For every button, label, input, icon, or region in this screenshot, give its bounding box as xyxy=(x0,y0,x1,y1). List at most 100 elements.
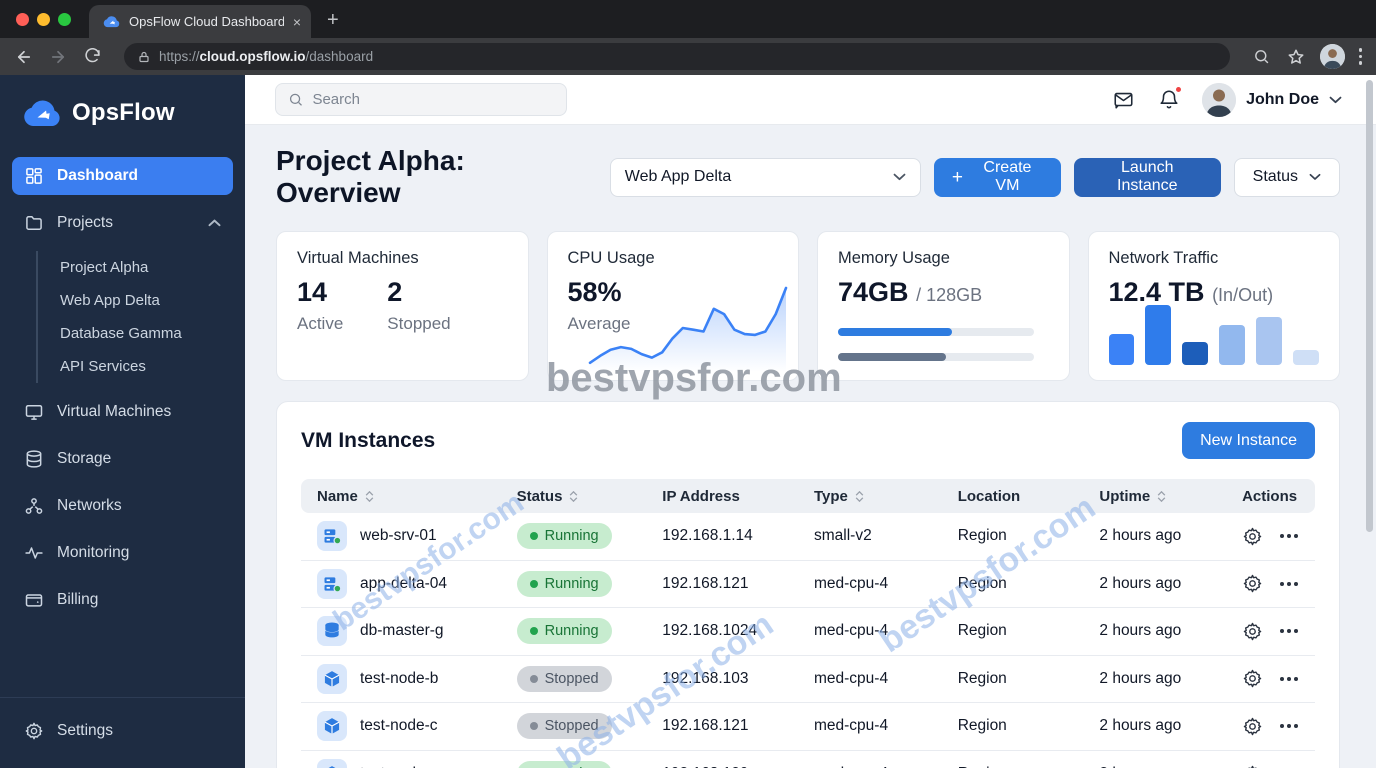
create-vm-button[interactable]: + Create VM xyxy=(933,157,1061,197)
database-icon xyxy=(26,450,42,468)
memory-bar-fill xyxy=(838,353,946,361)
sort-icon xyxy=(569,490,578,502)
sidebar-subitem-project-alpha[interactable]: Project Alpha xyxy=(60,251,233,284)
sidebar-item-projects[interactable]: Projects xyxy=(12,204,233,242)
table-row[interactable]: app-delta-04 Running 192.168.121 med-cpu-4 R… xyxy=(301,561,1315,608)
vm-table: Name Status IP Address Type Location Upt… xyxy=(301,479,1315,768)
sidebar-item-storage[interactable]: Storage xyxy=(12,440,233,478)
cube-icon xyxy=(324,718,340,735)
table-row[interactable]: test-node-c Stopped 192.168.121 med-cpu-4 Re… xyxy=(301,703,1315,751)
tab-favicon-cloud-icon xyxy=(103,15,120,28)
chevron-down-icon xyxy=(893,173,906,181)
browser-tab-strip: OpsFlow Cloud Dashboard × + xyxy=(0,0,1376,38)
scrollbar-thumb[interactable] xyxy=(1366,80,1373,532)
sidebar-item-monitoring[interactable]: Monitoring xyxy=(12,534,233,572)
cell-actions xyxy=(1242,573,1315,594)
sidebar-subitem-web-app-delta[interactable]: Web App Delta xyxy=(60,284,233,317)
user-menu[interactable]: John Doe xyxy=(1202,82,1342,117)
row-more-actions-icon[interactable] xyxy=(1280,724,1299,729)
projects-sublist: Project Alpha Web App Delta Database Gam… xyxy=(36,251,233,383)
vm-name: web-srv-01 xyxy=(360,527,437,545)
sidebar-item-settings[interactable]: Settings xyxy=(12,712,233,750)
mail-icon[interactable] xyxy=(1111,89,1136,111)
page-search-icon[interactable] xyxy=(1252,47,1272,67)
sidebar-item-label: Settings xyxy=(57,722,114,739)
search-box[interactable] xyxy=(275,83,567,116)
refresh-icon[interactable] xyxy=(82,47,102,67)
screen: OpsFlow Cloud Dashboard × + https://clou… xyxy=(0,0,1376,768)
sidebar-item-label: Projects xyxy=(57,214,113,231)
memory-bar-fill xyxy=(838,328,952,336)
table-row[interactable]: db-master-g Running 192.168.1024 med-cpu-4 R… xyxy=(301,608,1315,656)
card-memory-usage: Memory Usage 74GB / 128GB xyxy=(817,231,1070,381)
chevron-up-icon xyxy=(208,219,221,227)
cell-name: web-srv-01 xyxy=(317,521,517,552)
cell-actions xyxy=(1242,526,1315,547)
sort-icon xyxy=(365,490,374,502)
zoom-window-button[interactable] xyxy=(58,13,71,26)
table-row[interactable]: web-srv-01 Running 192.168.1.14 small-v2 Reg… xyxy=(301,513,1315,561)
launch-instance-button[interactable]: Launch Instance xyxy=(1073,157,1221,197)
gear-icon xyxy=(25,722,43,740)
card-network-traffic: Network Traffic 12.4 TB (In/Out) xyxy=(1087,231,1340,381)
row-settings-gear-icon xyxy=(1243,527,1262,545)
sidebar-item-networks[interactable]: Networks xyxy=(12,487,233,525)
main-content: Project Alpha: Overview Web App Delta + … xyxy=(245,125,1376,768)
project-selector[interactable]: Web App Delta xyxy=(609,157,921,197)
row-settings-button[interactable] xyxy=(1242,716,1263,737)
row-more-actions-icon[interactable] xyxy=(1280,629,1299,634)
new-instance-button[interactable]: New Instance xyxy=(1182,422,1315,459)
row-settings-button[interactable] xyxy=(1242,668,1263,689)
row-more-actions-icon[interactable] xyxy=(1280,676,1299,681)
browser-tab[interactable]: OpsFlow Cloud Dashboard × xyxy=(89,5,311,38)
sidebar-item-billing[interactable]: Billing xyxy=(12,581,233,619)
table-row[interactable]: test-node-b Stopped 192.168.103 med-cpu-4 Re… xyxy=(301,656,1315,703)
column-header-uptime[interactable]: Uptime xyxy=(1099,488,1242,505)
network-bar-chart xyxy=(1108,305,1320,365)
tab-close-icon[interactable]: × xyxy=(293,14,301,30)
cell-name: test-node-c xyxy=(317,711,517,742)
sidebar-item-dashboard[interactable]: Dashboard xyxy=(12,157,233,195)
address-bar[interactable]: https://cloud.opsflow.io/dashboard xyxy=(124,43,1230,70)
search-input[interactable] xyxy=(312,91,554,108)
bookmark-star-icon[interactable] xyxy=(1286,47,1306,67)
browser-profile-avatar[interactable] xyxy=(1319,44,1345,69)
cell-type: med-cpu-4 xyxy=(813,717,889,735)
row-settings-button[interactable] xyxy=(1242,764,1263,768)
row-more-actions-icon[interactable] xyxy=(1280,581,1299,586)
column-header-name[interactable]: Name xyxy=(317,488,517,505)
vm-type-icon xyxy=(317,759,347,768)
vm-type-icon xyxy=(317,521,347,552)
new-tab-button[interactable]: + xyxy=(311,9,339,38)
bell-icon[interactable] xyxy=(1158,85,1184,111)
row-settings-button[interactable] xyxy=(1242,621,1263,642)
sidebar-subitem-api-services[interactable]: API Services xyxy=(60,350,233,383)
card-title: Network Traffic xyxy=(1108,249,1219,267)
sidebar-item-label: Billing xyxy=(57,591,99,608)
topbar: John Doe xyxy=(245,75,1376,125)
browser-menu-icon[interactable] xyxy=(1358,48,1362,65)
opsflow-logo-cloud-icon xyxy=(22,99,62,127)
minimize-window-button[interactable] xyxy=(37,13,50,26)
cell-name: db-master-g xyxy=(317,616,517,647)
forward-icon[interactable] xyxy=(48,47,68,67)
table-row[interactable]: test-node-eRunning192.168.109med-cpu-4Re… xyxy=(301,751,1315,768)
network-bar xyxy=(1182,342,1209,365)
status-dot-icon xyxy=(529,674,538,683)
back-icon[interactable] xyxy=(14,47,34,67)
url-text: https://cloud.opsflow.io/dashboard xyxy=(159,49,374,64)
memory-total: / 128GB xyxy=(916,285,983,305)
sidebar: OpsFlow Dashboard Projects Project Alpha… xyxy=(0,75,245,768)
row-settings-button[interactable] xyxy=(1242,573,1263,594)
sidebar-item-virtual-machines[interactable]: Virtual Machines xyxy=(12,393,233,431)
column-header-status[interactable]: Status xyxy=(517,488,663,505)
status-filter-button[interactable]: Status xyxy=(1233,157,1340,197)
wallet-icon xyxy=(25,594,43,607)
card-virtual-machines: Virtual Machines 14 Active 2 Stopped xyxy=(276,231,529,381)
close-window-button[interactable] xyxy=(16,13,29,26)
sidebar-subitem-database-gamma[interactable]: Database Gamma xyxy=(60,317,233,350)
row-settings-button[interactable] xyxy=(1242,526,1263,547)
row-more-actions-icon[interactable] xyxy=(1280,534,1299,539)
column-header-type[interactable]: Type xyxy=(814,488,958,505)
cell-status: Running xyxy=(516,523,663,550)
